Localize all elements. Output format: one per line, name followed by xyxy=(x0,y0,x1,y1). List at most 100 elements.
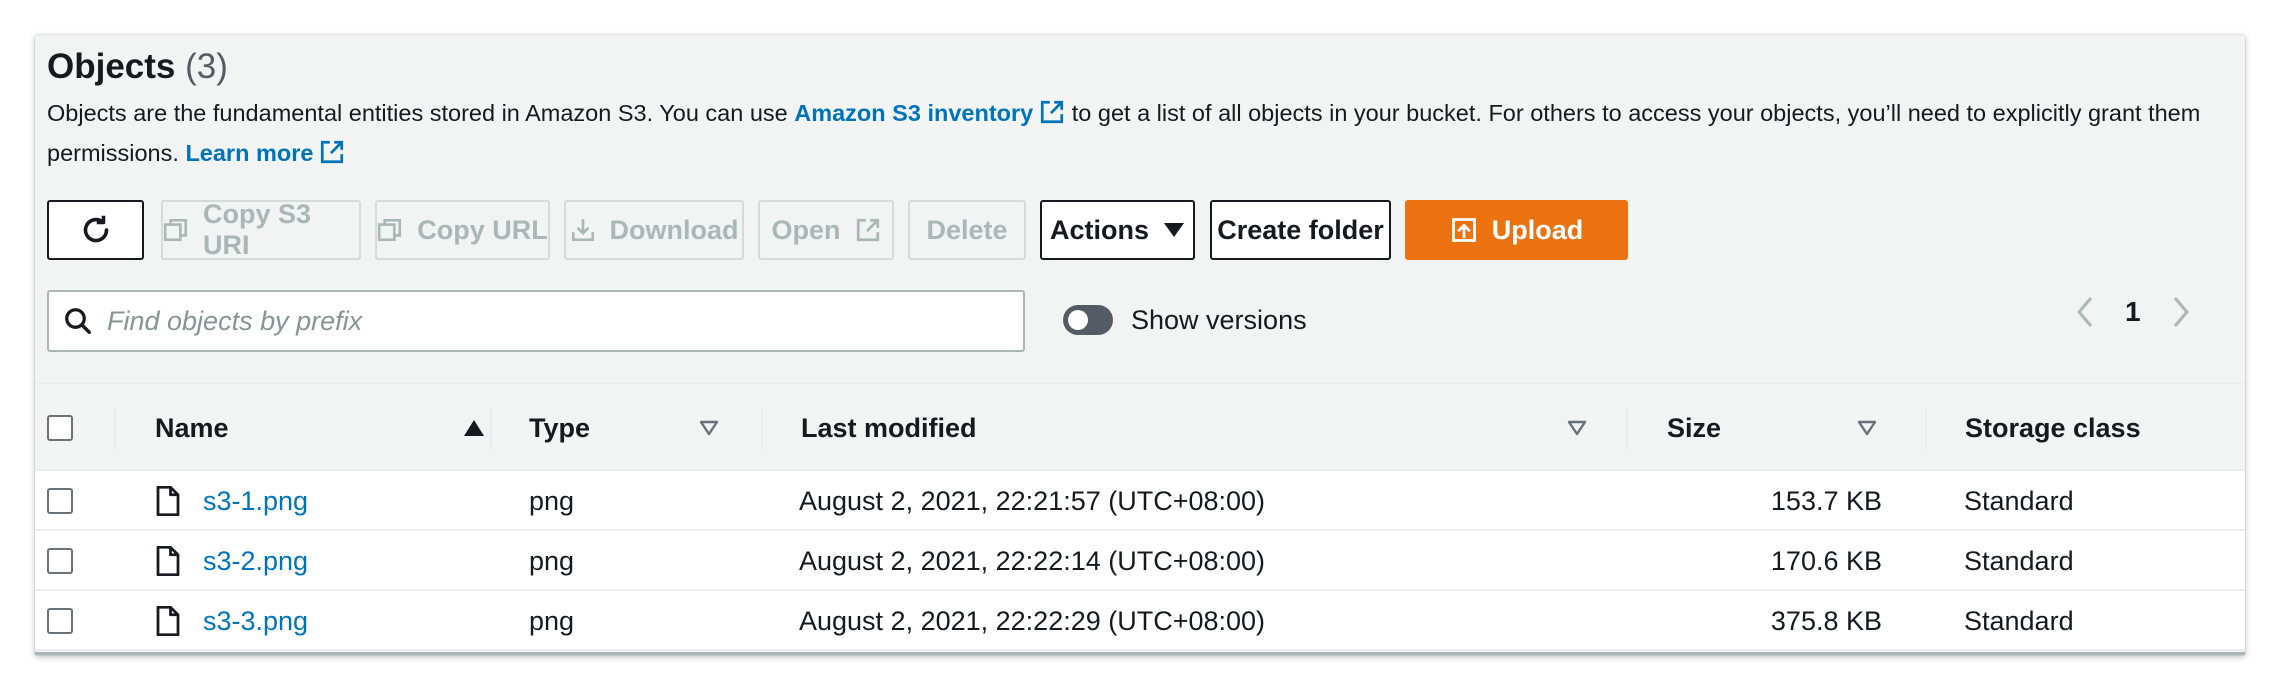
row-checkbox-cell xyxy=(47,531,73,591)
select-all-checkbox[interactable] xyxy=(47,384,73,472)
storage-class-cell: Standard xyxy=(1964,545,2074,576)
copy-icon xyxy=(163,218,188,242)
table-row: s3-1.png png August 2, 2021, 22:21:57 (U… xyxy=(35,471,2245,531)
row-checkbox-cell xyxy=(47,591,73,651)
sort-icon xyxy=(699,420,719,436)
delete-button[interactable]: Delete xyxy=(908,200,1026,260)
upload-button[interactable]: Upload xyxy=(1405,200,1628,260)
last-modified-cell: August 2, 2021, 22:21:57 (UTC+08:00) xyxy=(799,485,1266,516)
file-icon xyxy=(156,606,180,636)
external-link-icon xyxy=(856,218,879,242)
checkbox[interactable] xyxy=(47,415,73,441)
download-icon xyxy=(571,219,594,242)
table-header: Name Type Last modified Size Storage cla… xyxy=(35,383,2245,471)
caret-down-icon xyxy=(1164,223,1184,237)
upload-label: Upload xyxy=(1491,214,1584,245)
column-divider xyxy=(1626,408,1628,450)
object-name-link[interactable]: s3-3.png xyxy=(203,606,308,637)
file-icon xyxy=(156,486,180,516)
copy-s3-uri-button[interactable]: Copy S3 URI xyxy=(161,199,361,260)
open-button[interactable]: Open xyxy=(758,200,894,260)
current-page[interactable]: 1 xyxy=(2125,296,2141,328)
column-divider xyxy=(490,408,492,450)
column-label-storage-class: Storage class xyxy=(1965,412,2141,443)
delete-label: Delete xyxy=(926,214,1008,245)
row-checkbox[interactable] xyxy=(47,488,73,514)
upload-icon xyxy=(1451,218,1476,242)
column-divider xyxy=(1925,408,1927,450)
show-versions-label: Show versions xyxy=(1131,304,1307,335)
learn-more-label: Learn more xyxy=(185,140,314,166)
refresh-button[interactable] xyxy=(47,200,144,260)
row-checkbox[interactable] xyxy=(47,608,73,634)
file-icon xyxy=(156,546,180,576)
show-versions-toggle[interactable] xyxy=(1063,305,1113,335)
row-checkbox[interactable] xyxy=(47,548,73,574)
create-folder-label: Create folder xyxy=(1217,214,1384,245)
search-input[interactable] xyxy=(107,305,987,337)
object-name-link[interactable]: s3-1.png xyxy=(203,486,308,517)
actions-label: Actions xyxy=(1049,214,1149,245)
actions-dropdown[interactable]: Actions xyxy=(1040,200,1195,260)
copy-s3-uri-label: Copy S3 URI xyxy=(203,199,312,260)
storage-class-cell: Standard xyxy=(1964,605,2074,636)
objects-title: Objects xyxy=(47,47,176,86)
copy-icon xyxy=(378,218,402,242)
copy-url-label: Copy URL xyxy=(417,214,548,245)
last-modified-cell: August 2, 2021, 22:22:14 (UTC+08:00) xyxy=(799,545,1266,576)
create-folder-button[interactable]: Create folder xyxy=(1210,200,1391,260)
sort-icon xyxy=(1567,420,1587,436)
type-cell: png xyxy=(529,605,575,636)
refresh-icon xyxy=(83,215,108,243)
size-cell: 153.7 KB xyxy=(1770,485,1882,516)
column-label-name: Name xyxy=(155,412,229,443)
download-button[interactable]: Download xyxy=(564,200,744,260)
page-title: Objects (3) xyxy=(47,43,2245,91)
storage-class-cell: Standard xyxy=(1964,485,2074,516)
name-cell: s3-3.png xyxy=(155,591,308,651)
external-link-icon xyxy=(321,140,344,164)
inventory-link[interactable]: Amazon S3 inventory xyxy=(794,100,1065,126)
search-icon xyxy=(65,308,91,334)
sort-ascending-icon xyxy=(464,420,484,436)
objects-count: (3) xyxy=(185,47,228,86)
size-cell: 170.6 KB xyxy=(1770,545,1882,576)
type-cell: png xyxy=(529,485,575,516)
objects-panel: Objects (3) Objects are the fundamental … xyxy=(35,35,2245,655)
chevron-right-icon[interactable] xyxy=(2171,295,2191,329)
row-checkbox-cell xyxy=(47,471,73,531)
column-header-storage-class[interactable]: Storage class xyxy=(1965,384,2141,472)
column-label-last-modified: Last modified xyxy=(801,412,977,443)
table-row: s3-3.png png August 2, 2021, 22:22:29 (U… xyxy=(35,591,2245,651)
column-divider xyxy=(761,408,763,450)
column-label-size: Size xyxy=(1667,412,1722,443)
objects-header: Objects (3) Objects are the fundamental … xyxy=(47,43,2245,173)
last-modified-cell: August 2, 2021, 22:22:29 (UTC+08:00) xyxy=(799,605,1266,636)
name-cell: s3-1.png xyxy=(155,471,308,531)
column-header-name[interactable]: Name xyxy=(155,384,485,472)
external-link-icon xyxy=(1041,100,1064,124)
learn-more-link[interactable]: Learn more xyxy=(185,140,345,166)
chevron-left-icon[interactable] xyxy=(2075,295,2095,329)
objects-table: Name Type Last modified Size Storage cla… xyxy=(35,383,2245,651)
copy-url-button[interactable]: Copy URL xyxy=(375,200,550,260)
object-name-link[interactable]: s3-2.png xyxy=(203,546,308,577)
size-cell: 375.8 KB xyxy=(1770,605,1882,636)
column-label-type: Type xyxy=(529,412,591,443)
sort-icon xyxy=(1857,420,1877,436)
open-label: Open xyxy=(771,214,841,245)
description-text-1: Objects are the fundamental entities sto… xyxy=(47,100,795,126)
table-row: s3-2.png png August 2, 2021, 22:22:14 (U… xyxy=(35,531,2245,591)
column-divider xyxy=(114,408,116,450)
name-cell: s3-2.png xyxy=(155,531,308,591)
pagination: 1 xyxy=(2075,290,2191,334)
column-header-size[interactable]: Size xyxy=(1667,384,1877,472)
inventory-link-label: Amazon S3 inventory xyxy=(794,100,1034,126)
show-versions: Show versions xyxy=(1063,297,1307,343)
column-header-type[interactable]: Type xyxy=(529,384,719,472)
search-box[interactable] xyxy=(47,290,1025,352)
download-label: Download xyxy=(609,214,739,245)
objects-description: Objects are the fundamental entities sto… xyxy=(47,93,2245,173)
type-cell: png xyxy=(529,545,575,576)
column-header-last-modified[interactable]: Last modified xyxy=(801,384,1587,472)
